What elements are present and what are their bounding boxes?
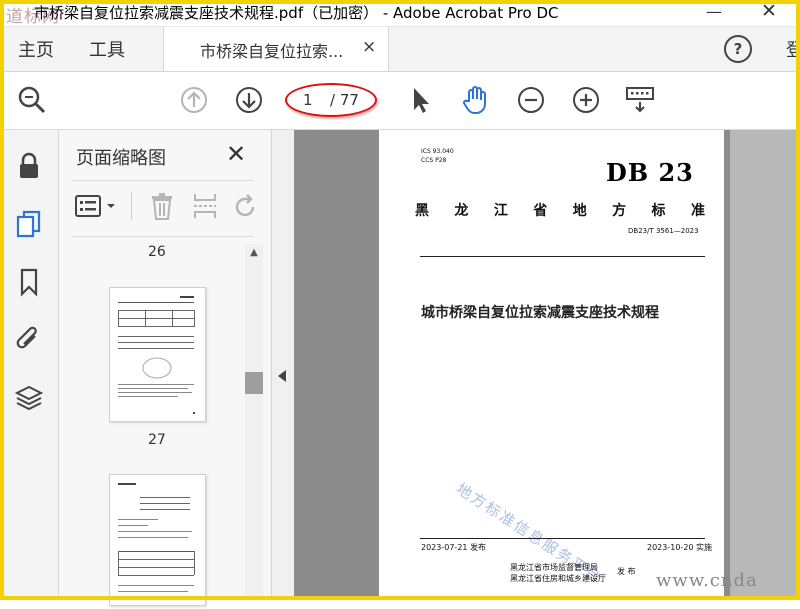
heading-char: 方 <box>612 203 627 219</box>
document-tab-label: 市桥梁自复位拉索... <box>200 42 344 61</box>
divider <box>72 236 254 237</box>
previous-page-icon[interactable] <box>178 84 210 116</box>
document-view: ICS 93.040 CCS P28 DB 23 黑 龙 江 省 地 方 标 准… <box>294 130 800 600</box>
document-page: ICS 93.040 CCS P28 DB 23 黑 龙 江 省 地 方 标 准… <box>379 130 724 600</box>
thumbnail-options-icon[interactable] <box>75 194 101 218</box>
document-title: 城市桥梁自复位拉索减震支座技术规程 <box>421 305 659 321</box>
page-thumbnail[interactable] <box>109 474 206 606</box>
page-thumbnails-panel: 页面缩略图 ✕ 26 27 ▲ <box>59 130 272 606</box>
close-tab-button[interactable]: × <box>362 37 376 57</box>
bookmark-icon[interactable] <box>13 266 45 298</box>
standard-brand: DB 23 <box>606 158 694 187</box>
heading-char: 地 <box>572 203 587 219</box>
divider <box>131 192 132 220</box>
hand-tool-icon[interactable] <box>460 84 492 116</box>
zoom-search-icon[interactable] <box>16 84 48 116</box>
divider <box>420 538 705 539</box>
tab-tools[interactable]: 工具 <box>89 36 125 62</box>
implementation-date: 2023-10-20 实施 <box>647 543 713 552</box>
zoom-out-icon[interactable] <box>515 84 547 116</box>
collapse-panel-handle[interactable] <box>272 130 294 600</box>
thumbnail-page-preview <box>118 296 195 414</box>
next-page-icon[interactable] <box>233 84 265 116</box>
marquee-keyboard-icon[interactable] <box>624 84 656 116</box>
chevron-left-icon <box>278 370 286 382</box>
document-gutter <box>730 130 800 600</box>
tab-bar: 主页 工具 市桥梁自复位拉索... × ? 登 <box>0 27 800 72</box>
standard-number: DB23/T 3561—2023 <box>628 227 699 235</box>
layers-icon[interactable] <box>13 382 45 414</box>
page-number-label: 27 <box>148 432 166 448</box>
issuer-verb: 发 布 <box>617 567 636 576</box>
ics-code: ICS 93.040 <box>421 148 454 155</box>
scrollbar-thumb[interactable] <box>245 372 263 394</box>
close-panel-button[interactable]: ✕ <box>226 140 246 168</box>
left-rail <box>0 130 59 600</box>
issuer-name: 黑龙江省市场监督管理局 <box>510 563 598 572</box>
insert-page-icon[interactable] <box>192 192 218 220</box>
zoom-in-icon[interactable] <box>570 84 602 116</box>
attachment-icon[interactable] <box>13 324 45 356</box>
thumbnail-page-preview <box>118 483 195 592</box>
chevron-down-icon[interactable] <box>106 202 116 210</box>
rotate-icon[interactable] <box>233 193 257 219</box>
select-arrow-icon[interactable] <box>405 84 437 116</box>
heading-char: 龙 <box>454 203 469 219</box>
heading-char: 准 <box>690 203 705 219</box>
thumbnail-scrollbar[interactable]: ▲ <box>245 244 263 600</box>
scroll-up-icon[interactable]: ▲ <box>245 244 263 262</box>
toolbar: 1 / 77 <box>0 72 800 130</box>
divider <box>72 180 254 181</box>
page-number-label: 26 <box>148 244 166 260</box>
page-number-highlight <box>285 83 377 117</box>
minimize-button[interactable]: — <box>706 2 722 21</box>
lock-icon[interactable] <box>13 150 45 182</box>
thumbnail-tools <box>59 187 271 227</box>
pages-icon[interactable] <box>13 208 45 240</box>
divider <box>420 256 705 257</box>
sign-in-button[interactable]: 登 <box>786 36 800 62</box>
page-thumbnail[interactable] <box>109 287 206 422</box>
issue-date: 2023-07-21 发布 <box>421 543 487 552</box>
title-bar: 道标网 市桥梁自复位拉索减震支座技术规程.pdf（已加密） - Adobe Ac… <box>0 0 800 27</box>
heading-char: 标 <box>651 203 666 219</box>
heading-char: 省 <box>533 203 548 219</box>
issuer-name: 黑龙江省住房和城乡建设厅 <box>510 574 606 583</box>
close-window-button[interactable]: ✕ <box>761 0 777 22</box>
heading-char: 黑 <box>415 203 429 219</box>
help-icon[interactable]: ? <box>724 35 752 63</box>
tab-document[interactable]: 市桥梁自复位拉索... × <box>163 27 389 71</box>
heading-char: 江 <box>493 203 508 219</box>
panel-title: 页面缩略图 <box>76 148 166 169</box>
trash-icon[interactable] <box>149 192 175 220</box>
ccs-code: CCS P28 <box>421 157 447 164</box>
window-title: 市桥梁自复位拉索减震支座技术规程.pdf（已加密） - Adobe Acroba… <box>34 4 559 22</box>
province-standard-heading: 黑 龙 江 省 地 方 标 准 <box>415 200 705 220</box>
site-watermark: www.cnda <box>656 570 758 591</box>
tab-home[interactable]: 主页 <box>18 36 54 62</box>
